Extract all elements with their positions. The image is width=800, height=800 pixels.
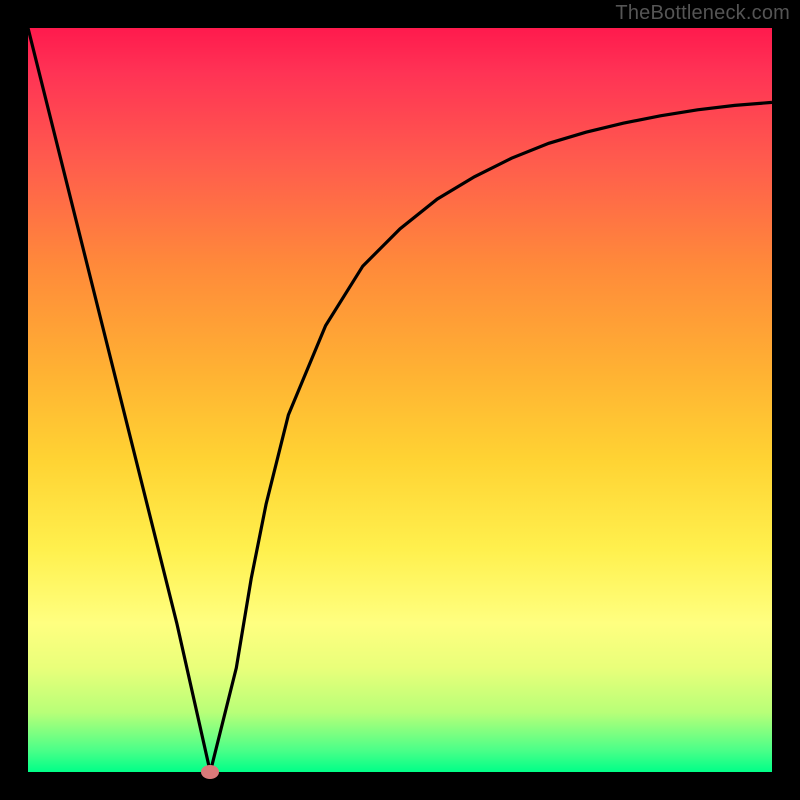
minimum-point-marker bbox=[201, 765, 219, 779]
curve-path bbox=[28, 28, 772, 772]
bottleneck-curve bbox=[28, 28, 772, 772]
attribution-text: TheBottleneck.com bbox=[615, 2, 790, 25]
chart-plot-area bbox=[28, 28, 772, 772]
